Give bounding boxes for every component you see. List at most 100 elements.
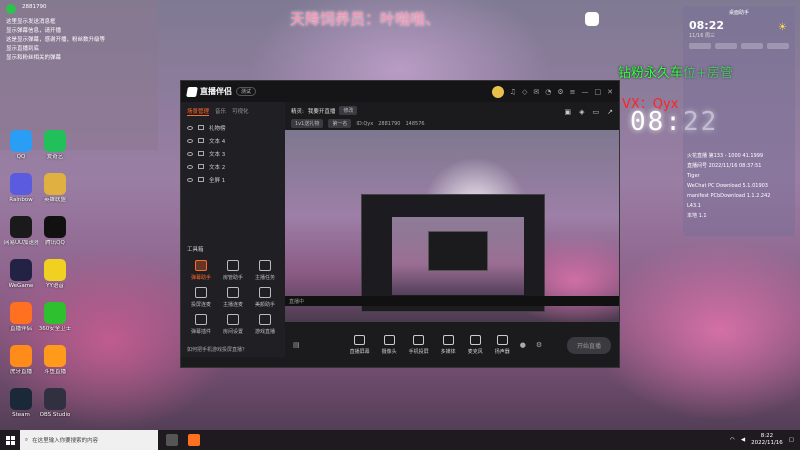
- desktop-icon[interactable]: 虎牙直播: [4, 345, 38, 376]
- desktop-icon[interactable]: 网易UU加速器: [4, 216, 38, 247]
- panel-item[interactable]: 本地 1.1: [687, 211, 791, 221]
- headset-icon[interactable]: ♫: [510, 88, 516, 96]
- layout-icon[interactable]: ▤: [293, 341, 300, 349]
- shortcut-slot[interactable]: [689, 43, 711, 49]
- panel-item[interactable]: manifest PCbDownload 1.1.2.242: [687, 191, 791, 201]
- control-button[interactable]: 多媒体: [441, 335, 456, 355]
- panel-item[interactable]: 火花直播 第133 - 1000 41.1999: [687, 151, 791, 161]
- desktop-icon[interactable]: QQ: [4, 130, 38, 161]
- edit-tag[interactable]: 修改: [339, 106, 358, 115]
- note-line: 显示和粉丝相关的弹幕: [6, 55, 62, 61]
- panel-item[interactable]: WeChat PC Download 5.1.01903: [687, 181, 791, 191]
- eye-icon[interactable]: [187, 125, 193, 130]
- minimize-icon[interactable]: —: [582, 88, 589, 96]
- shortcut-slot[interactable]: [715, 43, 737, 49]
- note-counter: 2881790: [22, 4, 47, 10]
- source-label: 礼物榜: [209, 125, 226, 132]
- bell-icon[interactable]: ◔: [545, 88, 551, 96]
- control-button[interactable]: 麦克风: [468, 335, 483, 355]
- tool-button[interactable]: 房间设置: [217, 314, 249, 335]
- taskbar-apps: [166, 434, 200, 446]
- source-item[interactable]: 文本 2: [187, 160, 279, 173]
- control-label: 直播屏幕: [349, 349, 370, 355]
- taskbar-search[interactable]: ⌕ 在这里输入你要搜索的内容: [20, 430, 158, 450]
- share-icon[interactable]: ↗: [607, 108, 613, 116]
- gift-icon[interactable]: ▣: [564, 108, 571, 116]
- source-label: 文本 4: [209, 138, 226, 145]
- shortcut-slot[interactable]: [741, 43, 763, 49]
- tool-button[interactable]: 美颜助手: [249, 287, 281, 308]
- source-item[interactable]: 礼物榜: [187, 121, 279, 134]
- menu-icon[interactable]: ≡: [570, 88, 576, 96]
- notification-icon[interactable]: ▢: [789, 437, 794, 443]
- control-button[interactable]: 手机投屏: [409, 335, 429, 355]
- control-icon: [496, 335, 508, 345]
- tool-button[interactable]: 主播任务: [249, 260, 281, 281]
- desktop-icon[interactable]: 斗鱼直播: [38, 345, 72, 376]
- mail-icon[interactable]: ✉: [533, 88, 539, 96]
- eye-icon[interactable]: [187, 138, 193, 143]
- desktop-icon-label: 虎牙直播: [9, 369, 32, 375]
- close-icon[interactable]: ✕: [607, 88, 613, 96]
- source-item[interactable]: 文本 3: [187, 147, 279, 160]
- desktop-icon[interactable]: 360安全卫士: [38, 302, 72, 333]
- sidebar-tab[interactable]: 音乐: [215, 107, 226, 116]
- sidebar-tab[interactable]: 场景管理: [187, 107, 210, 116]
- control-label: 手机投屏: [408, 349, 429, 355]
- network-icon[interactable]: ◠: [730, 437, 735, 443]
- desktop-icon[interactable]: WeGame: [4, 259, 38, 290]
- desktop-icon[interactable]: YY语音: [38, 259, 72, 290]
- screen-icon[interactable]: ▭: [593, 108, 600, 116]
- control-button[interactable]: 直播屏幕: [350, 335, 370, 355]
- tool-button[interactable]: 投屏连麦: [185, 287, 217, 308]
- desktop-icon[interactable]: Steam: [4, 388, 38, 419]
- settings-icon[interactable]: ⚙: [557, 88, 563, 96]
- eye-icon[interactable]: [187, 164, 193, 169]
- record-icon[interactable]: ●: [520, 341, 526, 349]
- control-button[interactable]: 扬声器: [495, 335, 510, 355]
- nested-preview-window: [361, 194, 545, 312]
- desktop-icon[interactable]: Rainbow: [4, 173, 38, 204]
- sidebar-footer-link[interactable]: 如何把手机游戏投屏直播？: [187, 346, 247, 353]
- tool-button[interactable]: 弹幕助手: [185, 260, 217, 281]
- sidebar-tab[interactable]: 可视化: [232, 107, 249, 116]
- volume-icon[interactable]: ◀: [741, 437, 745, 443]
- desktop-note-panel: 2881790 这里显示发送消息框 显示弹幕信息，请开播 这是显示弹幕，感谢开播，粉…: [0, 0, 158, 150]
- taskview-icon[interactable]: [166, 434, 178, 446]
- tray-clock[interactable]: 8:22 2022/11/16: [751, 433, 783, 447]
- tool-icon: [195, 287, 207, 298]
- shop-icon[interactable]: ◈: [579, 108, 584, 116]
- tool-button[interactable]: 房管助手: [217, 260, 249, 281]
- source-item[interactable]: 文本 4: [187, 134, 279, 147]
- desktop-icon[interactable]: 英雄联盟: [38, 173, 72, 204]
- desktop-icon[interactable]: 直播伴侣: [4, 302, 38, 333]
- tool-label: 房管助手: [222, 275, 243, 281]
- control-label: 扬声器: [494, 349, 510, 355]
- control-button[interactable]: 摄像头: [382, 335, 397, 355]
- eye-icon[interactable]: [187, 177, 193, 182]
- tool-button[interactable]: 弹幕插件: [185, 314, 217, 335]
- eye-icon[interactable]: [187, 151, 193, 156]
- start-live-button[interactable]: 开始直播: [566, 336, 611, 354]
- live-assistant-taskbar-icon[interactable]: [188, 434, 200, 446]
- tool-button[interactable]: 游戏直播: [249, 314, 281, 335]
- shirt-icon[interactable]: ◇: [522, 88, 527, 96]
- avatar[interactable]: [491, 85, 504, 98]
- panel-item[interactable]: L43.1: [687, 201, 791, 211]
- tool-icon: [227, 314, 239, 325]
- stream-preview[interactable]: [285, 130, 619, 322]
- panel-item[interactable]: Tiger: [687, 171, 791, 181]
- desktop-icon[interactable]: OBS Studio: [38, 388, 72, 419]
- tool-button[interactable]: 主播连麦: [217, 287, 249, 308]
- tray-time: 8:22: [760, 433, 774, 439]
- desktop-icon[interactable]: 腾讯QQ: [38, 216, 72, 247]
- panel-item[interactable]: 直播间号 2022/11/16 08:37:51: [687, 161, 791, 171]
- start-button[interactable]: [0, 430, 20, 450]
- desktop-icon[interactable]: 爱奇艺: [38, 130, 72, 161]
- gear-icon[interactable]: ⚙: [536, 341, 542, 349]
- sidebar: 场景管理 音乐 可视化 礼物榜 文本 4 文本 3 文本 2 全屏 1 工具箱 弹幕助手 房管…: [181, 102, 285, 357]
- tool-icon: [259, 314, 271, 325]
- source-item[interactable]: 全屏 1: [187, 173, 279, 186]
- shortcut-slot[interactable]: [767, 43, 789, 49]
- maximize-icon[interactable]: □: [595, 88, 602, 96]
